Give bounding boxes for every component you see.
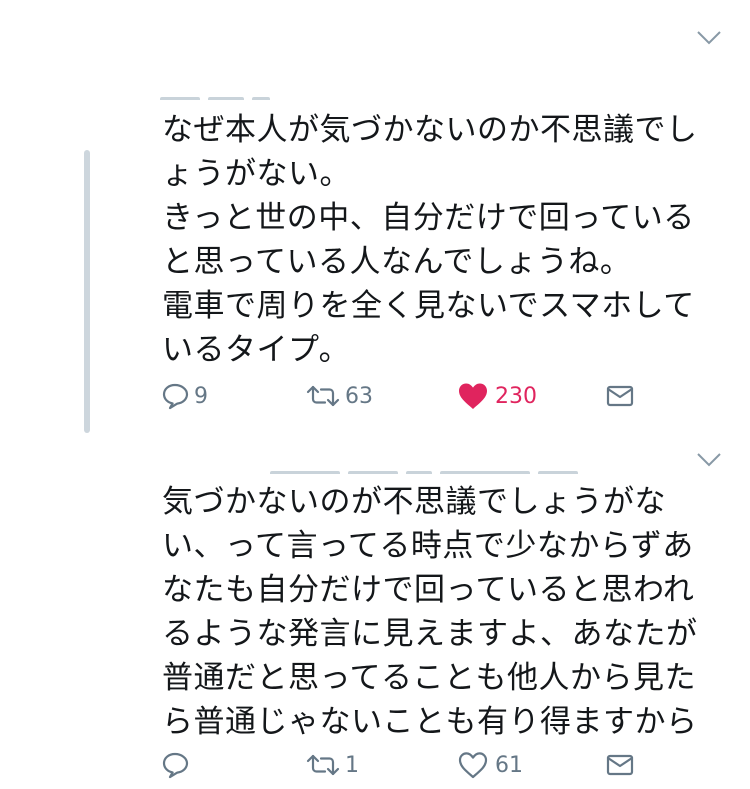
thread-line bbox=[84, 150, 90, 433]
retweet-count: 63 bbox=[345, 383, 373, 409]
retweet-count: 1 bbox=[345, 752, 359, 778]
retweet-button[interactable]: 63 bbox=[305, 376, 373, 416]
dm-button[interactable] bbox=[605, 745, 635, 785]
reply-button[interactable] bbox=[160, 745, 194, 785]
tweet[interactable]: なぜ本人が気づかないのか不思議でし ょうがない。 きっと世の中、自分だけで回って… bbox=[0, 0, 750, 440]
heart-icon bbox=[457, 381, 489, 411]
chevron-down-icon[interactable] bbox=[696, 452, 722, 468]
reply-count: 9 bbox=[194, 383, 208, 409]
tweet-actions: 1 61 bbox=[160, 745, 670, 785]
reply-icon bbox=[160, 750, 190, 780]
retweet-icon bbox=[305, 750, 341, 780]
retweet-button[interactable]: 1 bbox=[305, 745, 359, 785]
dm-envelope-icon bbox=[605, 750, 635, 780]
reply-button[interactable]: 9 bbox=[160, 376, 208, 416]
tweet-actions: 9 63 230 bbox=[160, 376, 670, 416]
chevron-down-icon[interactable] bbox=[696, 30, 722, 46]
tweet-header-obscured bbox=[270, 462, 600, 474]
tweet-header-obscured bbox=[160, 88, 300, 100]
heart-icon bbox=[457, 750, 489, 780]
dm-envelope-icon bbox=[605, 381, 635, 411]
tweet[interactable]: 気づかないのが不思議でしょうがな い、って言ってる時点で少なからずあ なたも自分… bbox=[0, 440, 750, 789]
like-count: 61 bbox=[495, 752, 523, 778]
dm-button[interactable] bbox=[605, 376, 635, 416]
retweet-icon bbox=[305, 381, 341, 411]
like-count: 230 bbox=[495, 383, 537, 409]
tweet-text: 気づかないのが不思議でしょうがな い、って言ってる時点で少なからずあ なたも自分… bbox=[162, 484, 698, 740]
like-button[interactable]: 230 bbox=[457, 376, 537, 416]
like-button[interactable]: 61 bbox=[457, 745, 523, 785]
tweet-text: なぜ本人が気づかないのか不思議でし ょうがない。 きっと世の中、自分だけで回って… bbox=[162, 112, 698, 368]
reply-icon bbox=[160, 381, 190, 411]
